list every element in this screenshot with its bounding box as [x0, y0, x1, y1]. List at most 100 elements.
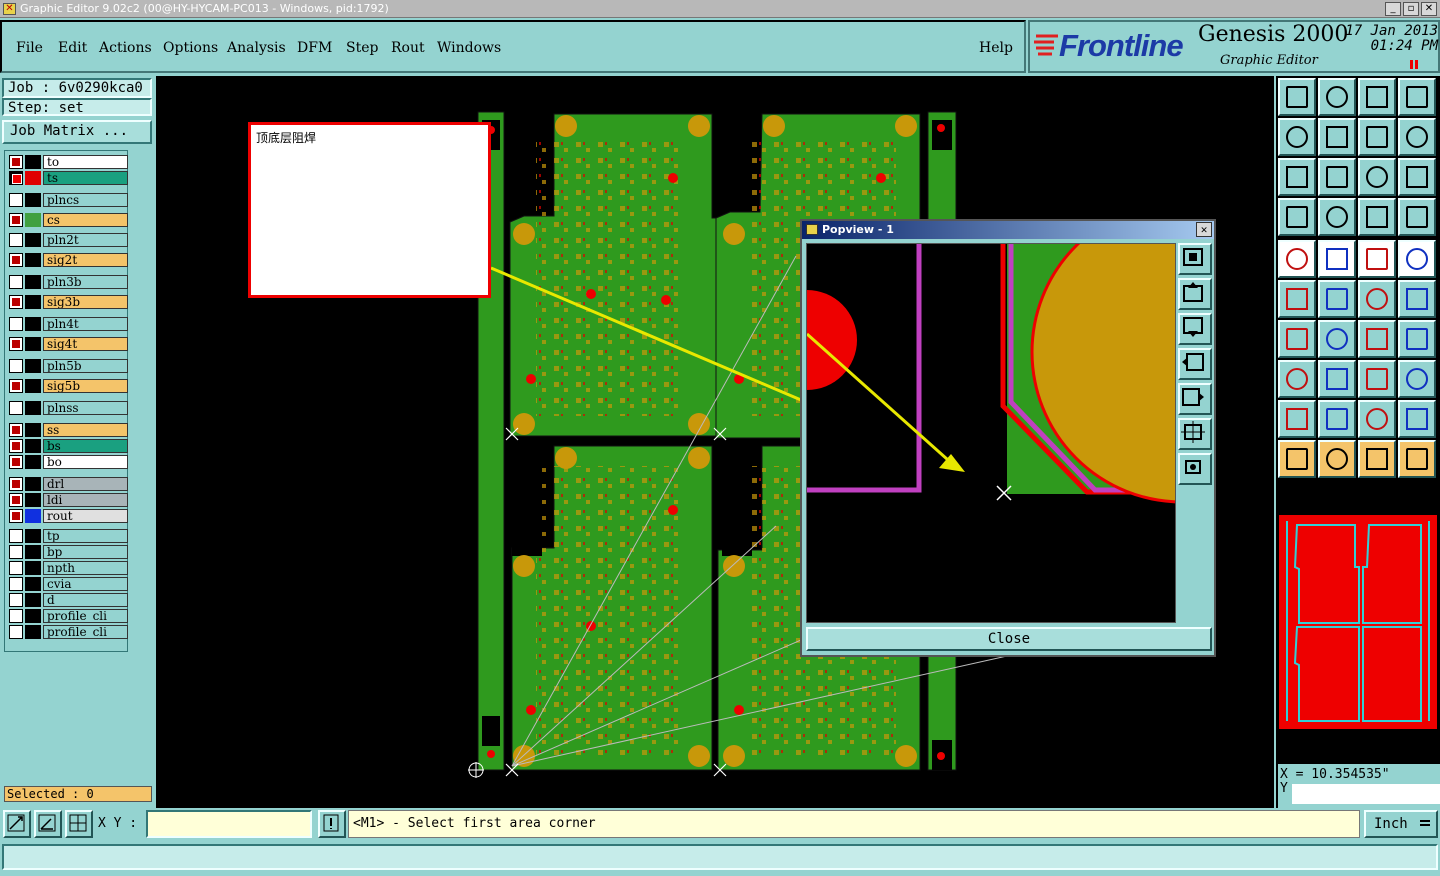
- line-tool-button[interactable]: [1318, 240, 1356, 278]
- layer-checkbox[interactable]: [9, 401, 23, 415]
- layer-checkbox[interactable]: [9, 455, 23, 469]
- layer-checkbox[interactable]: [9, 477, 23, 491]
- layer-checkbox[interactable]: [9, 561, 23, 575]
- layer-name[interactable]: profile_cli: [43, 625, 128, 639]
- panel-tool-button[interactable]: [1398, 78, 1436, 116]
- menu-edit[interactable]: Edit: [58, 40, 87, 56]
- menu-dfm[interactable]: DFM: [297, 40, 332, 56]
- layer-checkbox[interactable]: [9, 379, 23, 393]
- layer-name[interactable]: cvia: [43, 577, 128, 591]
- layer-name[interactable]: pln4t: [43, 317, 128, 331]
- info-button[interactable]: [318, 810, 346, 838]
- layer-name[interactable]: d: [43, 593, 128, 607]
- layer-checkbox[interactable]: [9, 359, 23, 373]
- layer-row[interactable]: ss: [9, 423, 128, 437]
- text-tool-button[interactable]: [1398, 320, 1436, 358]
- popview-pan-left-button[interactable]: [1178, 348, 1212, 380]
- layer-checkbox[interactable]: [9, 509, 23, 523]
- command-field[interactable]: [2, 844, 1438, 870]
- move-right-tool-button[interactable]: [1318, 118, 1356, 156]
- layer-name[interactable]: to: [43, 155, 128, 169]
- layer-name[interactable]: plnss: [43, 401, 128, 415]
- layer-name[interactable]: rout: [43, 509, 128, 523]
- layer-row[interactable]: d: [9, 593, 128, 607]
- arch-tool-button[interactable]: [1358, 400, 1396, 438]
- layer-checkbox[interactable]: [9, 337, 23, 351]
- layer-row[interactable]: pln5b: [9, 359, 128, 373]
- triangle-tool-button[interactable]: [1278, 400, 1316, 438]
- layer-checkbox[interactable]: [9, 317, 23, 331]
- note-box[interactable]: 顶底层阻焊: [248, 122, 491, 298]
- layer-name[interactable]: drl: [43, 477, 128, 491]
- layer-row[interactable]: pln3b: [9, 275, 128, 289]
- menu-options[interactable]: Options: [163, 40, 218, 56]
- layer-name[interactable]: profile_cli: [43, 609, 128, 623]
- pad-tool-button[interactable]: [1278, 240, 1316, 278]
- edit-layer-tool-button[interactable]: [1278, 198, 1316, 236]
- help-tool-button[interactable]: [1398, 158, 1436, 196]
- popview-center-button[interactable]: [1178, 453, 1212, 485]
- mirror-tool-button[interactable]: [1358, 118, 1396, 156]
- layer-name[interactable]: bs: [43, 439, 128, 453]
- popview-fit-button[interactable]: [1178, 418, 1212, 450]
- layer-checkbox[interactable]: [9, 275, 23, 289]
- connect-tool-button[interactable]: [1358, 280, 1396, 318]
- grid-mode-button[interactable]: [65, 810, 93, 838]
- layer-name[interactable]: sig2t: [43, 253, 128, 267]
- layer-checkbox[interactable]: [9, 529, 23, 543]
- layer-row[interactable]: cs: [9, 213, 128, 227]
- job-matrix-button[interactable]: Job Matrix ...: [2, 120, 152, 144]
- select-box-tool-button[interactable]: [1318, 440, 1356, 478]
- select-tool-button[interactable]: [1278, 440, 1316, 478]
- fit-tool-button[interactable]: [1278, 158, 1316, 196]
- layers-tool-button[interactable]: [1358, 198, 1396, 236]
- peak-tool-button[interactable]: [1318, 400, 1356, 438]
- layer-row[interactable]: plnss: [9, 401, 128, 415]
- layer-row[interactable]: sig2t: [9, 253, 128, 267]
- layer-name[interactable]: ts: [43, 171, 128, 185]
- layer-checkbox[interactable]: [9, 625, 23, 639]
- pause-icon[interactable]: [1410, 60, 1418, 69]
- layer-name[interactable]: plncs: [43, 193, 128, 207]
- dot-tool-button[interactable]: [1398, 240, 1436, 278]
- layer-checkbox[interactable]: [9, 439, 23, 453]
- layer-name[interactable]: pln3b: [43, 275, 128, 289]
- via-tool-button[interactable]: [1278, 360, 1316, 398]
- layer-name[interactable]: ss: [43, 423, 128, 437]
- scale-tool-button[interactable]: [1358, 158, 1396, 196]
- layer-checkbox[interactable]: [9, 577, 23, 591]
- cut-tool-button[interactable]: [1318, 360, 1356, 398]
- layer-checkbox[interactable]: [9, 423, 23, 437]
- layer-row[interactable]: pln4t: [9, 317, 128, 331]
- bridge-tool-button[interactable]: [1398, 400, 1436, 438]
- layer-row[interactable]: rout: [9, 509, 128, 523]
- layer-row[interactable]: cvia: [9, 577, 128, 591]
- menu-rout[interactable]: Rout: [391, 40, 425, 56]
- unit-selector[interactable]: Inch: [1364, 810, 1438, 838]
- layer-row[interactable]: tp: [9, 529, 128, 543]
- layer-name[interactable]: sig4t: [43, 337, 128, 351]
- layer-checkbox[interactable]: [9, 155, 23, 169]
- layer-row[interactable]: drl: [9, 477, 128, 491]
- popview-titlebar[interactable]: Popview - 1: [802, 221, 1214, 239]
- layer-checkbox[interactable]: [9, 493, 23, 507]
- layer-row[interactable]: sig4t: [9, 337, 128, 351]
- layer-checkbox[interactable]: [9, 295, 23, 309]
- layer-name[interactable]: cs: [43, 213, 128, 227]
- menu-windows[interactable]: Windows: [437, 40, 501, 56]
- layer-row[interactable]: ldi: [9, 493, 128, 507]
- layer-name[interactable]: bo: [43, 455, 128, 469]
- layer-checkbox[interactable]: [9, 593, 23, 607]
- home-tool-button[interactable]: [1358, 78, 1396, 116]
- link-tool-button[interactable]: [1398, 280, 1436, 318]
- layer-row[interactable]: pln2t: [9, 233, 128, 247]
- menu-file[interactable]: File: [16, 40, 43, 56]
- layer-row[interactable]: to: [9, 155, 128, 169]
- layer-row[interactable]: npth: [9, 561, 128, 575]
- layer-checkbox[interactable]: [9, 609, 23, 623]
- layers-alt-tool-button[interactable]: [1398, 198, 1436, 236]
- popview-close-icon[interactable]: ✕: [1196, 222, 1212, 237]
- menu-help[interactable]: Help: [979, 40, 1013, 56]
- layer-name[interactable]: sig3b: [43, 295, 128, 309]
- layer-checkbox[interactable]: [9, 171, 23, 185]
